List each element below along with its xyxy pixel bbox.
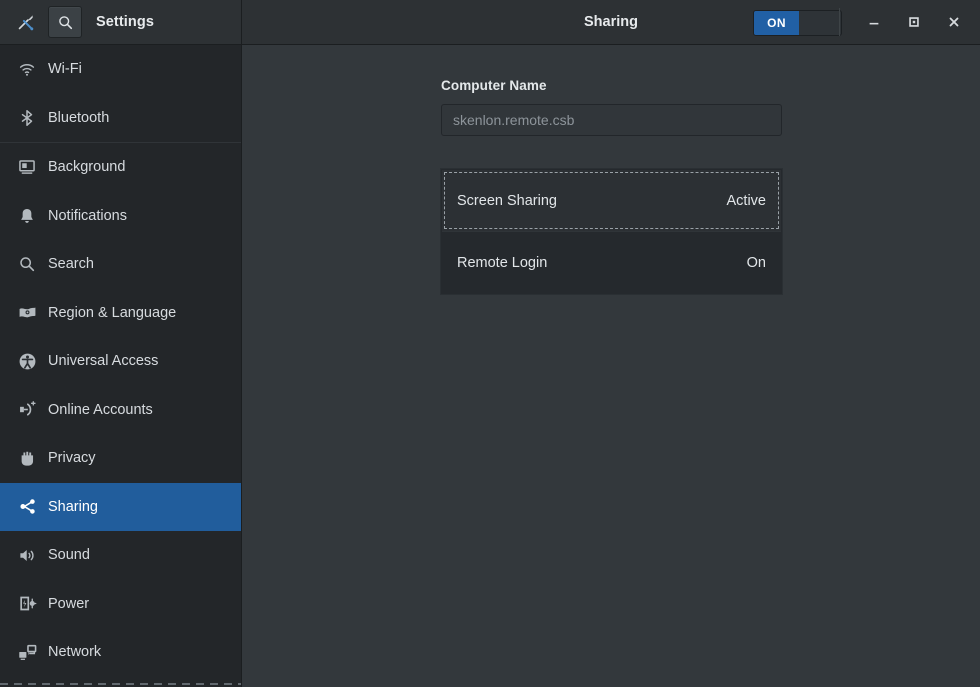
sidebar-item-label: Online Accounts	[48, 402, 153, 418]
header-left-section: Settings	[0, 0, 242, 44]
computer-name-input[interactable]	[441, 104, 782, 136]
sidebar-item-label: Region & Language	[48, 305, 176, 321]
sidebar-item-search[interactable]: Search	[0, 240, 241, 289]
sidebar-item-label: Privacy	[48, 450, 96, 466]
maximize-button[interactable]	[894, 5, 934, 39]
network-icon	[14, 643, 40, 662]
sharing-panel: Computer Name Screen Sharing Active Remo…	[441, 78, 782, 294]
sidebar-item-notifications[interactable]: Notifications	[0, 192, 241, 241]
sidebar-item-bluetooth[interactable]: Bluetooth	[0, 94, 241, 143]
sidebar-item-label: Power	[48, 596, 89, 612]
flag-icon	[14, 303, 40, 322]
share-icon	[14, 497, 40, 516]
tools-icon[interactable]	[8, 6, 42, 38]
sidebar-item-label: Wi-Fi	[48, 61, 82, 77]
settings-window: Settings Sharing ON	[0, 0, 980, 687]
search-icon	[57, 14, 74, 31]
remote-login-row[interactable]: Remote Login On	[442, 232, 781, 293]
screen-sharing-label: Screen Sharing	[457, 193, 557, 209]
sidebar-item-label: Notifications	[48, 208, 127, 224]
online-accounts-icon	[14, 400, 40, 419]
hand-icon	[14, 449, 40, 468]
window-body: Wi-Fi Bluetooth	[0, 45, 980, 687]
sidebar-scroll-indicator	[0, 683, 241, 685]
sidebar-item-label: Bluetooth	[48, 110, 109, 126]
bell-icon	[14, 207, 40, 225]
header-bar: Settings Sharing ON	[0, 0, 980, 45]
sidebar-item-label: Network	[48, 644, 101, 660]
close-icon	[947, 15, 961, 29]
sidebar-item-power[interactable]: Power	[0, 580, 241, 629]
bluetooth-icon	[14, 109, 40, 127]
window-controls-separator	[839, 8, 840, 36]
sidebar-item-label: Search	[48, 256, 94, 272]
search-button[interactable]	[48, 6, 82, 38]
accessibility-icon	[14, 352, 40, 371]
remote-login-status: On	[747, 255, 766, 271]
sidebar-item-background[interactable]: Background	[0, 143, 241, 192]
maximize-icon	[907, 15, 921, 29]
switch-off-label	[799, 11, 841, 35]
sidebar-item-region-language[interactable]: Region & Language	[0, 289, 241, 338]
minimize-icon	[867, 15, 881, 29]
remote-login-label: Remote Login	[457, 255, 547, 271]
sidebar-item-privacy[interactable]: Privacy	[0, 434, 241, 483]
sidebar-item-online-accounts[interactable]: Online Accounts	[0, 386, 241, 435]
window-controls	[839, 0, 974, 44]
search-icon	[14, 255, 40, 273]
sidebar-item-label: Sound	[48, 547, 90, 563]
sidebar[interactable]: Wi-Fi Bluetooth	[0, 45, 242, 687]
sidebar-item-sharing[interactable]: Sharing	[0, 483, 241, 532]
minimize-button[interactable]	[854, 5, 894, 39]
computer-name-label: Computer Name	[441, 78, 782, 93]
speaker-icon	[14, 546, 40, 565]
power-icon	[14, 594, 40, 613]
sharing-master-switch[interactable]: ON	[753, 10, 842, 36]
header-right-section: Sharing ON	[242, 0, 980, 44]
sidebar-item-label: Background	[48, 159, 125, 175]
switch-on-label: ON	[754, 11, 799, 35]
background-icon	[14, 158, 40, 176]
sharing-services-list: Screen Sharing Active Remote Login On	[441, 169, 782, 294]
sidebar-item-sound[interactable]: Sound	[0, 531, 241, 580]
screen-sharing-row[interactable]: Screen Sharing Active	[442, 170, 781, 231]
app-title: Settings	[82, 14, 241, 30]
sidebar-item-universal-access[interactable]: Universal Access	[0, 337, 241, 386]
content-area: Computer Name Screen Sharing Active Remo…	[242, 45, 980, 687]
close-button[interactable]	[934, 5, 974, 39]
sidebar-item-network[interactable]: Network	[0, 628, 241, 677]
screen-sharing-status: Active	[727, 193, 767, 209]
sidebar-item-wifi[interactable]: Wi-Fi	[0, 45, 241, 94]
sidebar-item-label: Sharing	[48, 499, 98, 515]
sidebar-item-label: Universal Access	[48, 353, 158, 369]
wifi-icon	[14, 60, 40, 78]
